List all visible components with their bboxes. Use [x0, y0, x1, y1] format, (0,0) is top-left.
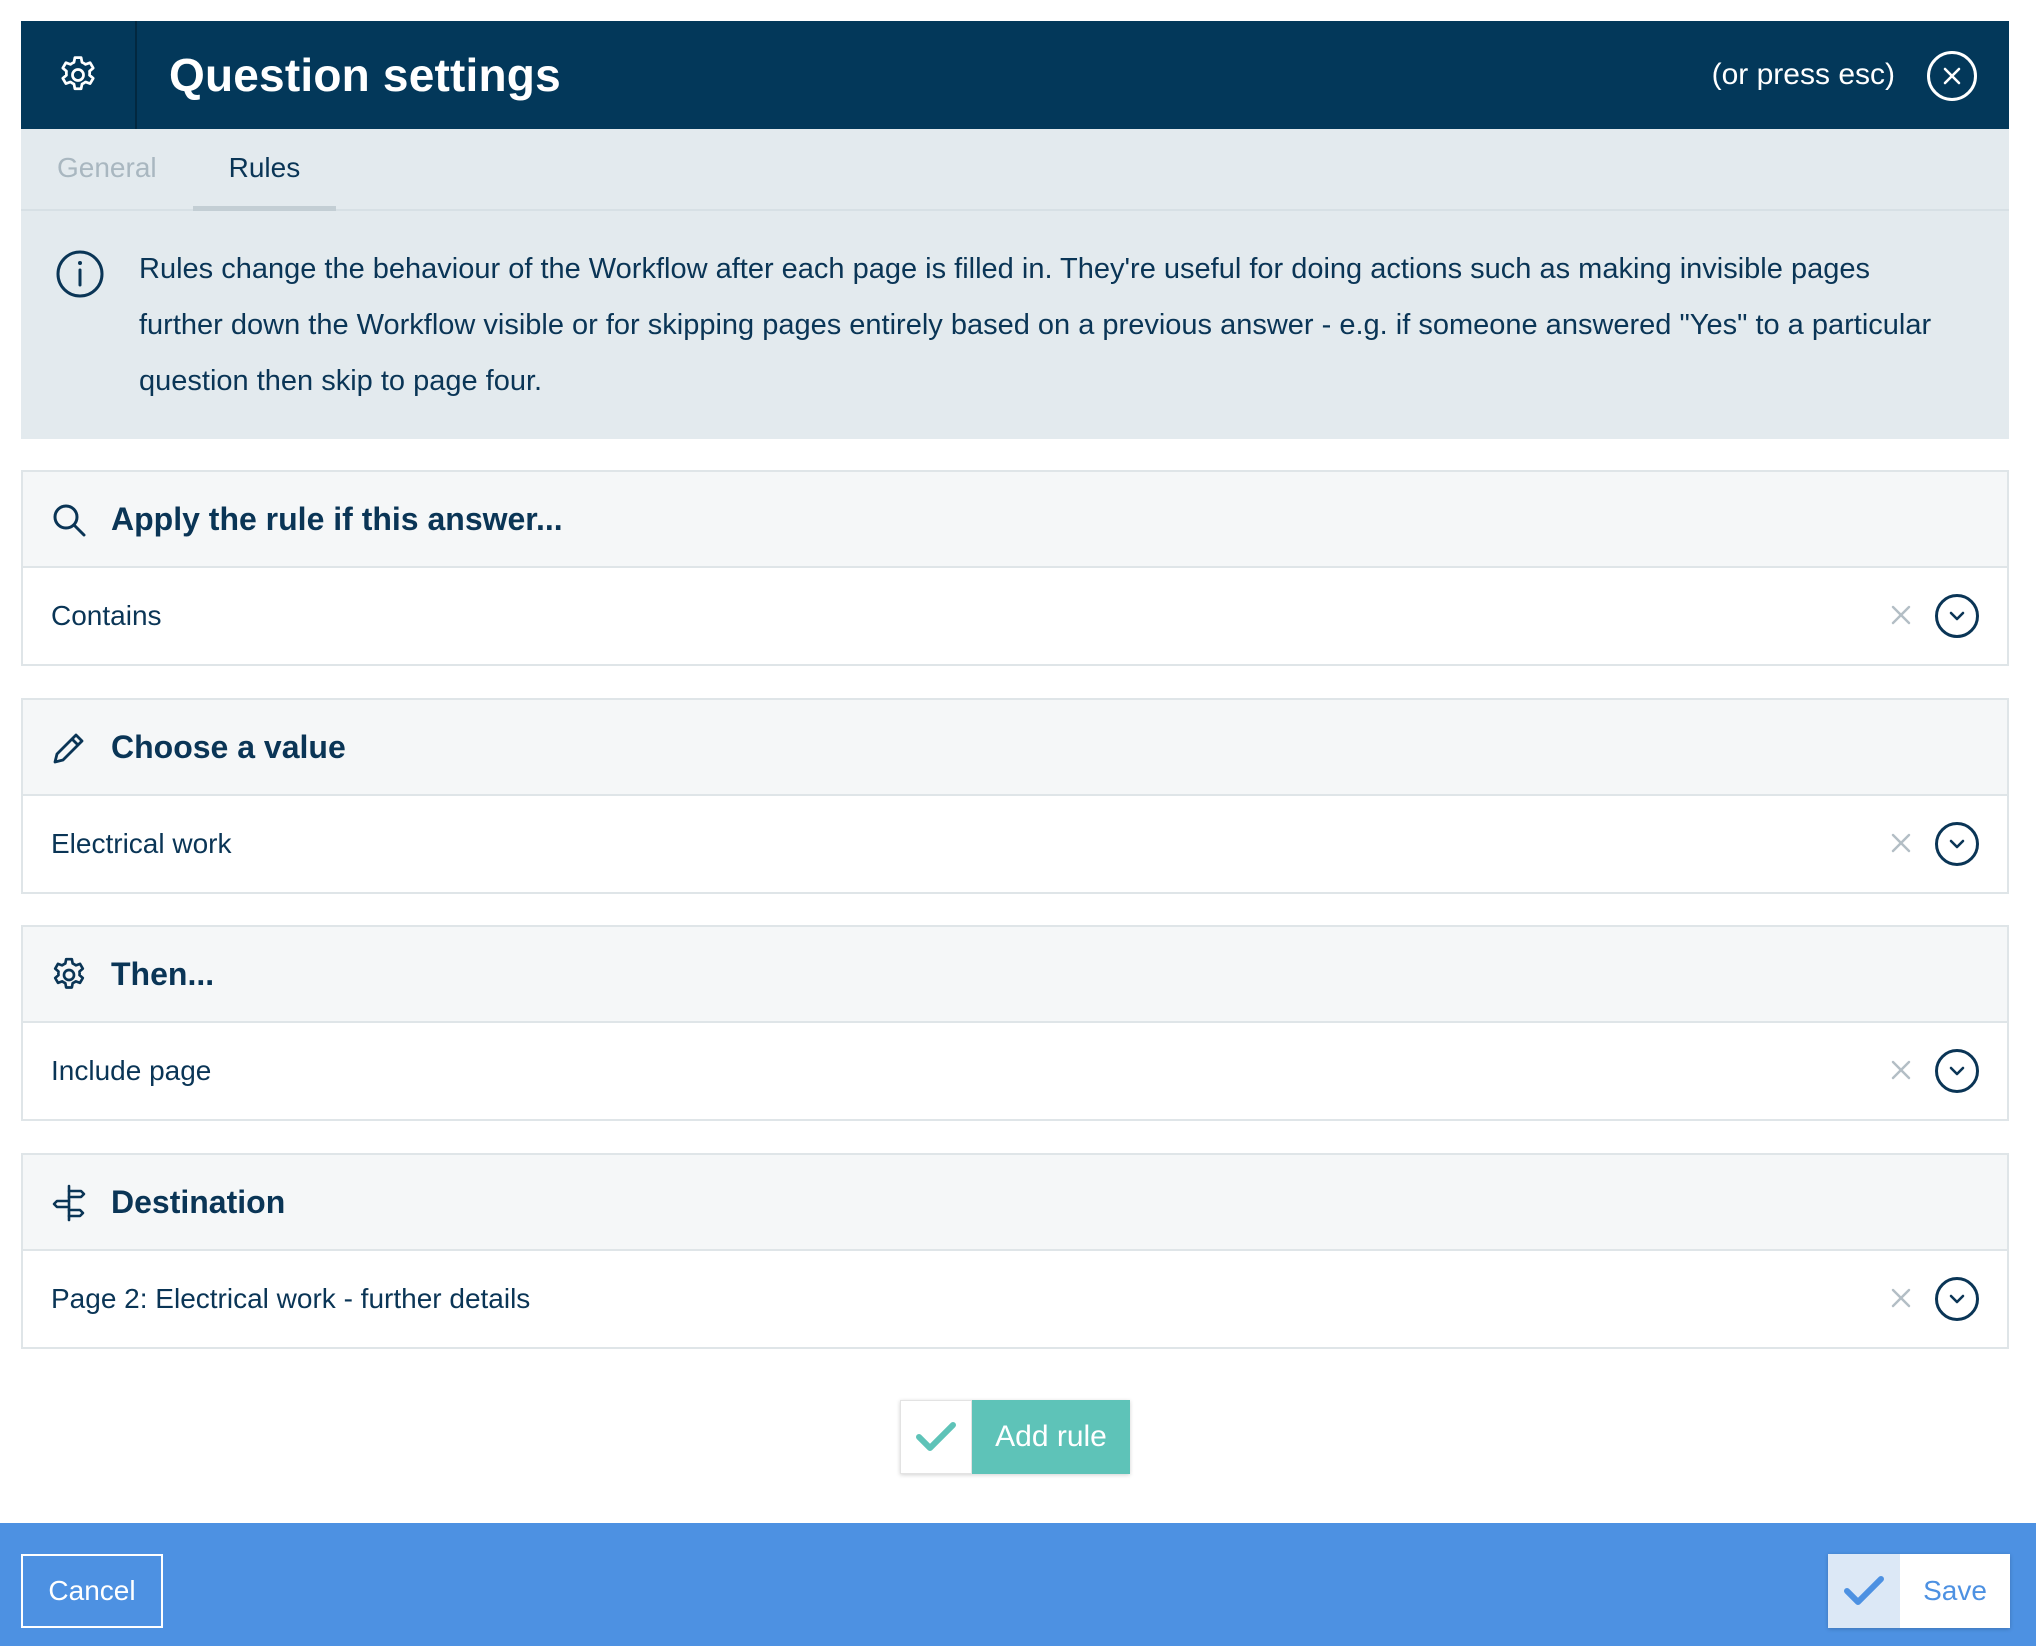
save-button[interactable]: Save	[1828, 1554, 2010, 1628]
dropdown-toggle[interactable]	[1935, 594, 1979, 638]
check-icon	[1844, 1576, 1884, 1605]
add-rule-label: Add rule	[972, 1400, 1130, 1474]
info-text: Rules change the behaviour of the Workfl…	[139, 253, 1932, 397]
section-destination: Destination Page 2: Electrical work - fu…	[21, 1153, 2009, 1349]
gear-icon	[53, 957, 85, 989]
section-header: Then...	[23, 927, 2007, 1023]
rules-info-panel: Rules change the behaviour of the Workfl…	[21, 211, 2009, 439]
select-value: Electrical work	[51, 828, 232, 859]
chevron-down-icon	[1949, 1294, 1965, 1304]
question-settings-modal: Question settings (or press esc) General…	[21, 21, 2009, 439]
clear-icon[interactable]	[1887, 829, 1915, 857]
section-header: Apply the rule if this answer...	[23, 472, 2007, 568]
section-header: Choose a value	[23, 700, 2007, 796]
clear-icon[interactable]	[1887, 601, 1915, 629]
section-title: Apply the rule if this answer...	[111, 500, 563, 537]
signpost-icon	[52, 1184, 86, 1222]
destination-select[interactable]: Page 2: Electrical work - further detail…	[23, 1251, 2007, 1347]
header-icon-box	[21, 21, 137, 129]
section-title: Choose a value	[111, 728, 346, 765]
esc-hint: (or press esc)	[1711, 58, 1895, 91]
add-rule-check-box	[900, 1400, 972, 1474]
section-title: Destination	[111, 1183, 286, 1220]
action-select[interactable]: Include page	[23, 1023, 2007, 1119]
clear-icon[interactable]	[1887, 1056, 1915, 1084]
gear-icon	[61, 56, 95, 91]
dropdown-toggle[interactable]	[1935, 1049, 1979, 1093]
chevron-down-icon	[1949, 1066, 1965, 1076]
value-select[interactable]: Electrical work	[23, 796, 2007, 892]
tab-general[interactable]: General	[21, 127, 193, 209]
section-action: Then... Include page	[21, 925, 2009, 1121]
select-value: Page 2: Electrical work - further detail…	[51, 1283, 531, 1314]
condition-select[interactable]: Contains	[23, 568, 2007, 664]
info-icon	[56, 250, 104, 298]
add-rule-button[interactable]: Add rule	[900, 1400, 1130, 1474]
modal-title: Question settings	[169, 49, 561, 101]
chevron-down-icon	[1949, 611, 1965, 621]
tab-bar: General Rules	[21, 129, 2009, 211]
dropdown-toggle[interactable]	[1935, 822, 1979, 866]
save-check-box	[1828, 1554, 1900, 1628]
cancel-button[interactable]: Cancel	[21, 1554, 163, 1628]
select-value: Include page	[51, 1055, 212, 1086]
section-value: Choose a value Electrical work	[21, 698, 2009, 894]
save-label: Save	[1900, 1554, 2010, 1628]
modal-header: Question settings (or press esc)	[21, 21, 2009, 129]
section-title: Then...	[111, 955, 215, 992]
check-icon	[916, 1422, 956, 1451]
tab-rules[interactable]: Rules	[192, 127, 337, 211]
search-icon	[53, 504, 86, 537]
close-button[interactable]	[1927, 51, 1977, 101]
select-value: Contains	[51, 600, 162, 631]
section-header: Destination	[23, 1155, 2007, 1251]
clear-icon[interactable]	[1887, 1284, 1915, 1312]
dropdown-toggle[interactable]	[1935, 1277, 1979, 1321]
pencil-icon	[53, 733, 84, 764]
section-condition: Apply the rule if this answer... Contain…	[21, 470, 2009, 666]
chevron-down-icon	[1949, 839, 1965, 849]
close-icon	[1943, 67, 1961, 85]
modal-footer: Cancel Save	[0, 1523, 2036, 1646]
